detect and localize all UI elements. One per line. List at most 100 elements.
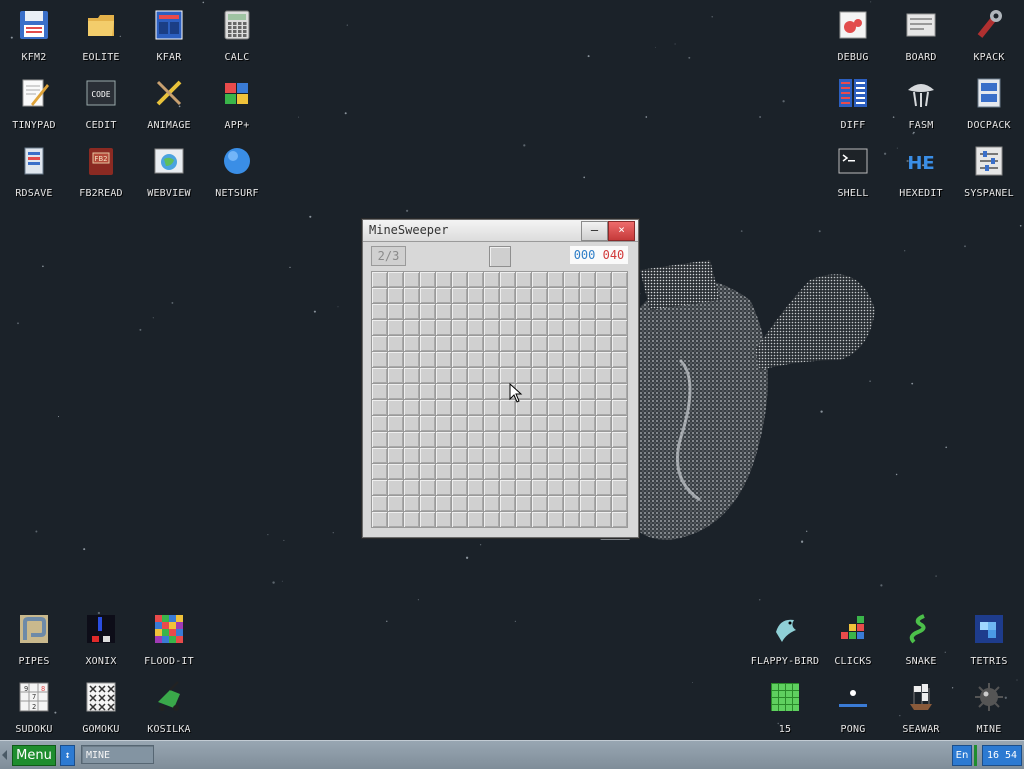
mine-cell[interactable] — [468, 512, 483, 527]
mine-cell[interactable] — [596, 352, 611, 367]
mine-cell[interactable] — [580, 288, 595, 303]
mine-cell[interactable] — [420, 352, 435, 367]
mine-cell[interactable] — [580, 416, 595, 431]
desktop-icon-xonix[interactable]: XONIX — [67, 604, 135, 670]
mine-cell[interactable] — [596, 384, 611, 399]
mine-cell[interactable] — [436, 496, 451, 511]
mine-cell[interactable] — [404, 288, 419, 303]
mine-cell[interactable] — [404, 272, 419, 287]
mine-cell[interactable] — [612, 288, 627, 303]
mine-cell[interactable] — [548, 272, 563, 287]
desktop-icon-animage[interactable]: ANIMAGE — [135, 68, 203, 134]
mine-cell[interactable] — [500, 464, 515, 479]
desktop-icon-rdsave[interactable]: RDSAVE — [0, 136, 68, 202]
mine-cell[interactable] — [612, 304, 627, 319]
desktop-icon-tetris[interactable]: TETRIS — [955, 604, 1023, 670]
mine-cell[interactable] — [388, 432, 403, 447]
mine-cell[interactable] — [612, 512, 627, 527]
mine-cell[interactable] — [372, 496, 387, 511]
mine-cell[interactable] — [452, 512, 467, 527]
mine-cell[interactable] — [436, 480, 451, 495]
mine-cell[interactable] — [388, 304, 403, 319]
mine-cell[interactable] — [596, 336, 611, 351]
mine-cell[interactable] — [388, 464, 403, 479]
mine-cell[interactable] — [404, 432, 419, 447]
mine-cell[interactable] — [388, 288, 403, 303]
mine-cell[interactable] — [612, 336, 627, 351]
mine-cell[interactable] — [420, 400, 435, 415]
mine-cell[interactable] — [388, 320, 403, 335]
mine-cell[interactable] — [548, 496, 563, 511]
mine-cell[interactable] — [500, 448, 515, 463]
mine-cell[interactable] — [404, 320, 419, 335]
mine-cell[interactable] — [484, 512, 499, 527]
desktop-icon-hexedit[interactable]: HE HEXEDIT — [887, 136, 955, 202]
minesweeper-window[interactable]: MineSweeper – × 2/3 000 040 — [362, 219, 639, 538]
mine-cell[interactable] — [388, 400, 403, 415]
mine-cell[interactable] — [564, 432, 579, 447]
mine-cell[interactable] — [548, 416, 563, 431]
mine-cell[interactable] — [532, 304, 547, 319]
mine-cell[interactable] — [548, 432, 563, 447]
mine-cell[interactable] — [420, 448, 435, 463]
desktop-icon-kfm2[interactable]: KFM2 — [0, 0, 68, 66]
mine-cell[interactable] — [468, 384, 483, 399]
desktop-icon-app-plus[interactable]: APP+ — [203, 68, 271, 134]
mine-cell[interactable] — [564, 320, 579, 335]
mine-cell[interactable] — [612, 448, 627, 463]
mine-cell[interactable] — [404, 400, 419, 415]
mine-cell[interactable] — [612, 496, 627, 511]
mine-cell[interactable] — [372, 448, 387, 463]
mine-cell[interactable] — [420, 480, 435, 495]
clock[interactable]: 16 54 — [982, 745, 1022, 766]
mine-cell[interactable] — [484, 368, 499, 383]
mine-cell[interactable] — [468, 368, 483, 383]
mine-cell[interactable] — [388, 512, 403, 527]
mine-cell[interactable] — [420, 464, 435, 479]
mine-cell[interactable] — [580, 368, 595, 383]
mine-cell[interactable] — [468, 304, 483, 319]
mine-cell[interactable] — [612, 368, 627, 383]
mine-cell[interactable] — [548, 384, 563, 399]
mine-cell[interactable] — [580, 496, 595, 511]
mine-cell[interactable] — [420, 304, 435, 319]
mine-cell[interactable] — [436, 384, 451, 399]
mine-cell[interactable] — [564, 384, 579, 399]
mine-cell[interactable] — [500, 480, 515, 495]
mine-cell[interactable] — [484, 480, 499, 495]
mine-cell[interactable] — [612, 320, 627, 335]
mine-cell[interactable] — [388, 352, 403, 367]
mine-cell[interactable] — [436, 336, 451, 351]
taskbar-item-mine[interactable]: MINE — [81, 745, 154, 764]
desktop-icon-clicks[interactable]: CLICKS — [819, 604, 887, 670]
mine-cell[interactable] — [580, 480, 595, 495]
mine-cell[interactable] — [372, 272, 387, 287]
mine-cell[interactable] — [404, 336, 419, 351]
mine-cell[interactable] — [564, 352, 579, 367]
taskbar-left-arrow-icon[interactable] — [2, 750, 7, 760]
mine-cell[interactable] — [452, 416, 467, 431]
mine-cell[interactable] — [404, 384, 419, 399]
mine-cell[interactable] — [596, 400, 611, 415]
mine-cell[interactable] — [548, 336, 563, 351]
mine-cell[interactable] — [372, 320, 387, 335]
mine-cell[interactable] — [532, 384, 547, 399]
mine-cell[interactable] — [420, 496, 435, 511]
mine-cell[interactable] — [580, 512, 595, 527]
desktop-icon-diff[interactable]: DIFF — [819, 68, 887, 134]
mine-cell[interactable] — [372, 368, 387, 383]
mine-cell[interactable] — [484, 336, 499, 351]
mine-cell[interactable] — [580, 320, 595, 335]
mine-cell[interactable] — [372, 304, 387, 319]
mine-cell[interactable] — [580, 336, 595, 351]
desktop-icon-eolite[interactable]: EOLITE — [67, 0, 135, 66]
mine-cell[interactable] — [372, 432, 387, 447]
mine-cell[interactable] — [388, 416, 403, 431]
mine-cell[interactable] — [564, 368, 579, 383]
mine-cell[interactable] — [516, 272, 531, 287]
mine-cell[interactable] — [484, 400, 499, 415]
mine-cell[interactable] — [532, 320, 547, 335]
desktop-icon-docpack[interactable]: DOCPACK — [955, 68, 1023, 134]
mine-cell[interactable] — [548, 288, 563, 303]
mine-cell[interactable] — [596, 416, 611, 431]
